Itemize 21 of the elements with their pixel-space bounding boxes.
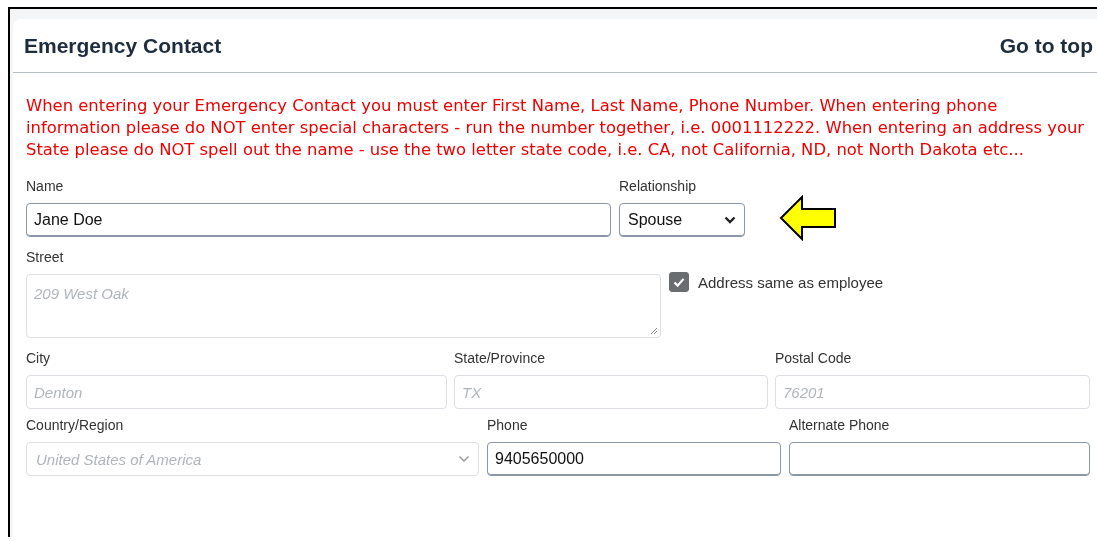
- field-label: State/Province: [454, 350, 547, 368]
- relationship-select[interactable]: Spouse: [619, 203, 745, 237]
- field-label: Postal Code: [775, 350, 853, 368]
- field-label: City: [26, 350, 52, 368]
- checkbox[interactable]: [669, 272, 689, 292]
- name-field[interactable]: Jane Doe: [26, 203, 611, 237]
- field-label: Name: [26, 178, 65, 196]
- notice-text: When entering your Emergency Contact you must enter First Name, Last Name, Phone Number. When entering phone information please do NOT enter special characters - run the number together, i.e. 0001112222. When entering an address your State please do NOT spell out the name - use the two letter state code, i.e. CA, not California, ND, not North Dakota etc...: [26, 95, 1086, 161]
- go-to-top-link[interactable]: Go to top: [999, 33, 1093, 58]
- field-label: Phone: [487, 417, 529, 435]
- checkbox-label: Address same as employee: [698, 273, 884, 291]
- field-label: Relationship: [619, 178, 698, 196]
- field-label: Alternate Phone: [789, 417, 891, 435]
- field-label: Street: [26, 249, 65, 267]
- chevron-down-icon: [724, 216, 736, 224]
- alternate-phone-field[interactable]: [789, 442, 1090, 476]
- chevron-down-icon: [458, 455, 470, 463]
- pointer-arrow-icon: [779, 195, 837, 241]
- section-title: Emergency Contact: [24, 33, 222, 58]
- field-label: Country/Region: [26, 417, 125, 435]
- phone-field[interactable]: 9405650000: [487, 442, 781, 476]
